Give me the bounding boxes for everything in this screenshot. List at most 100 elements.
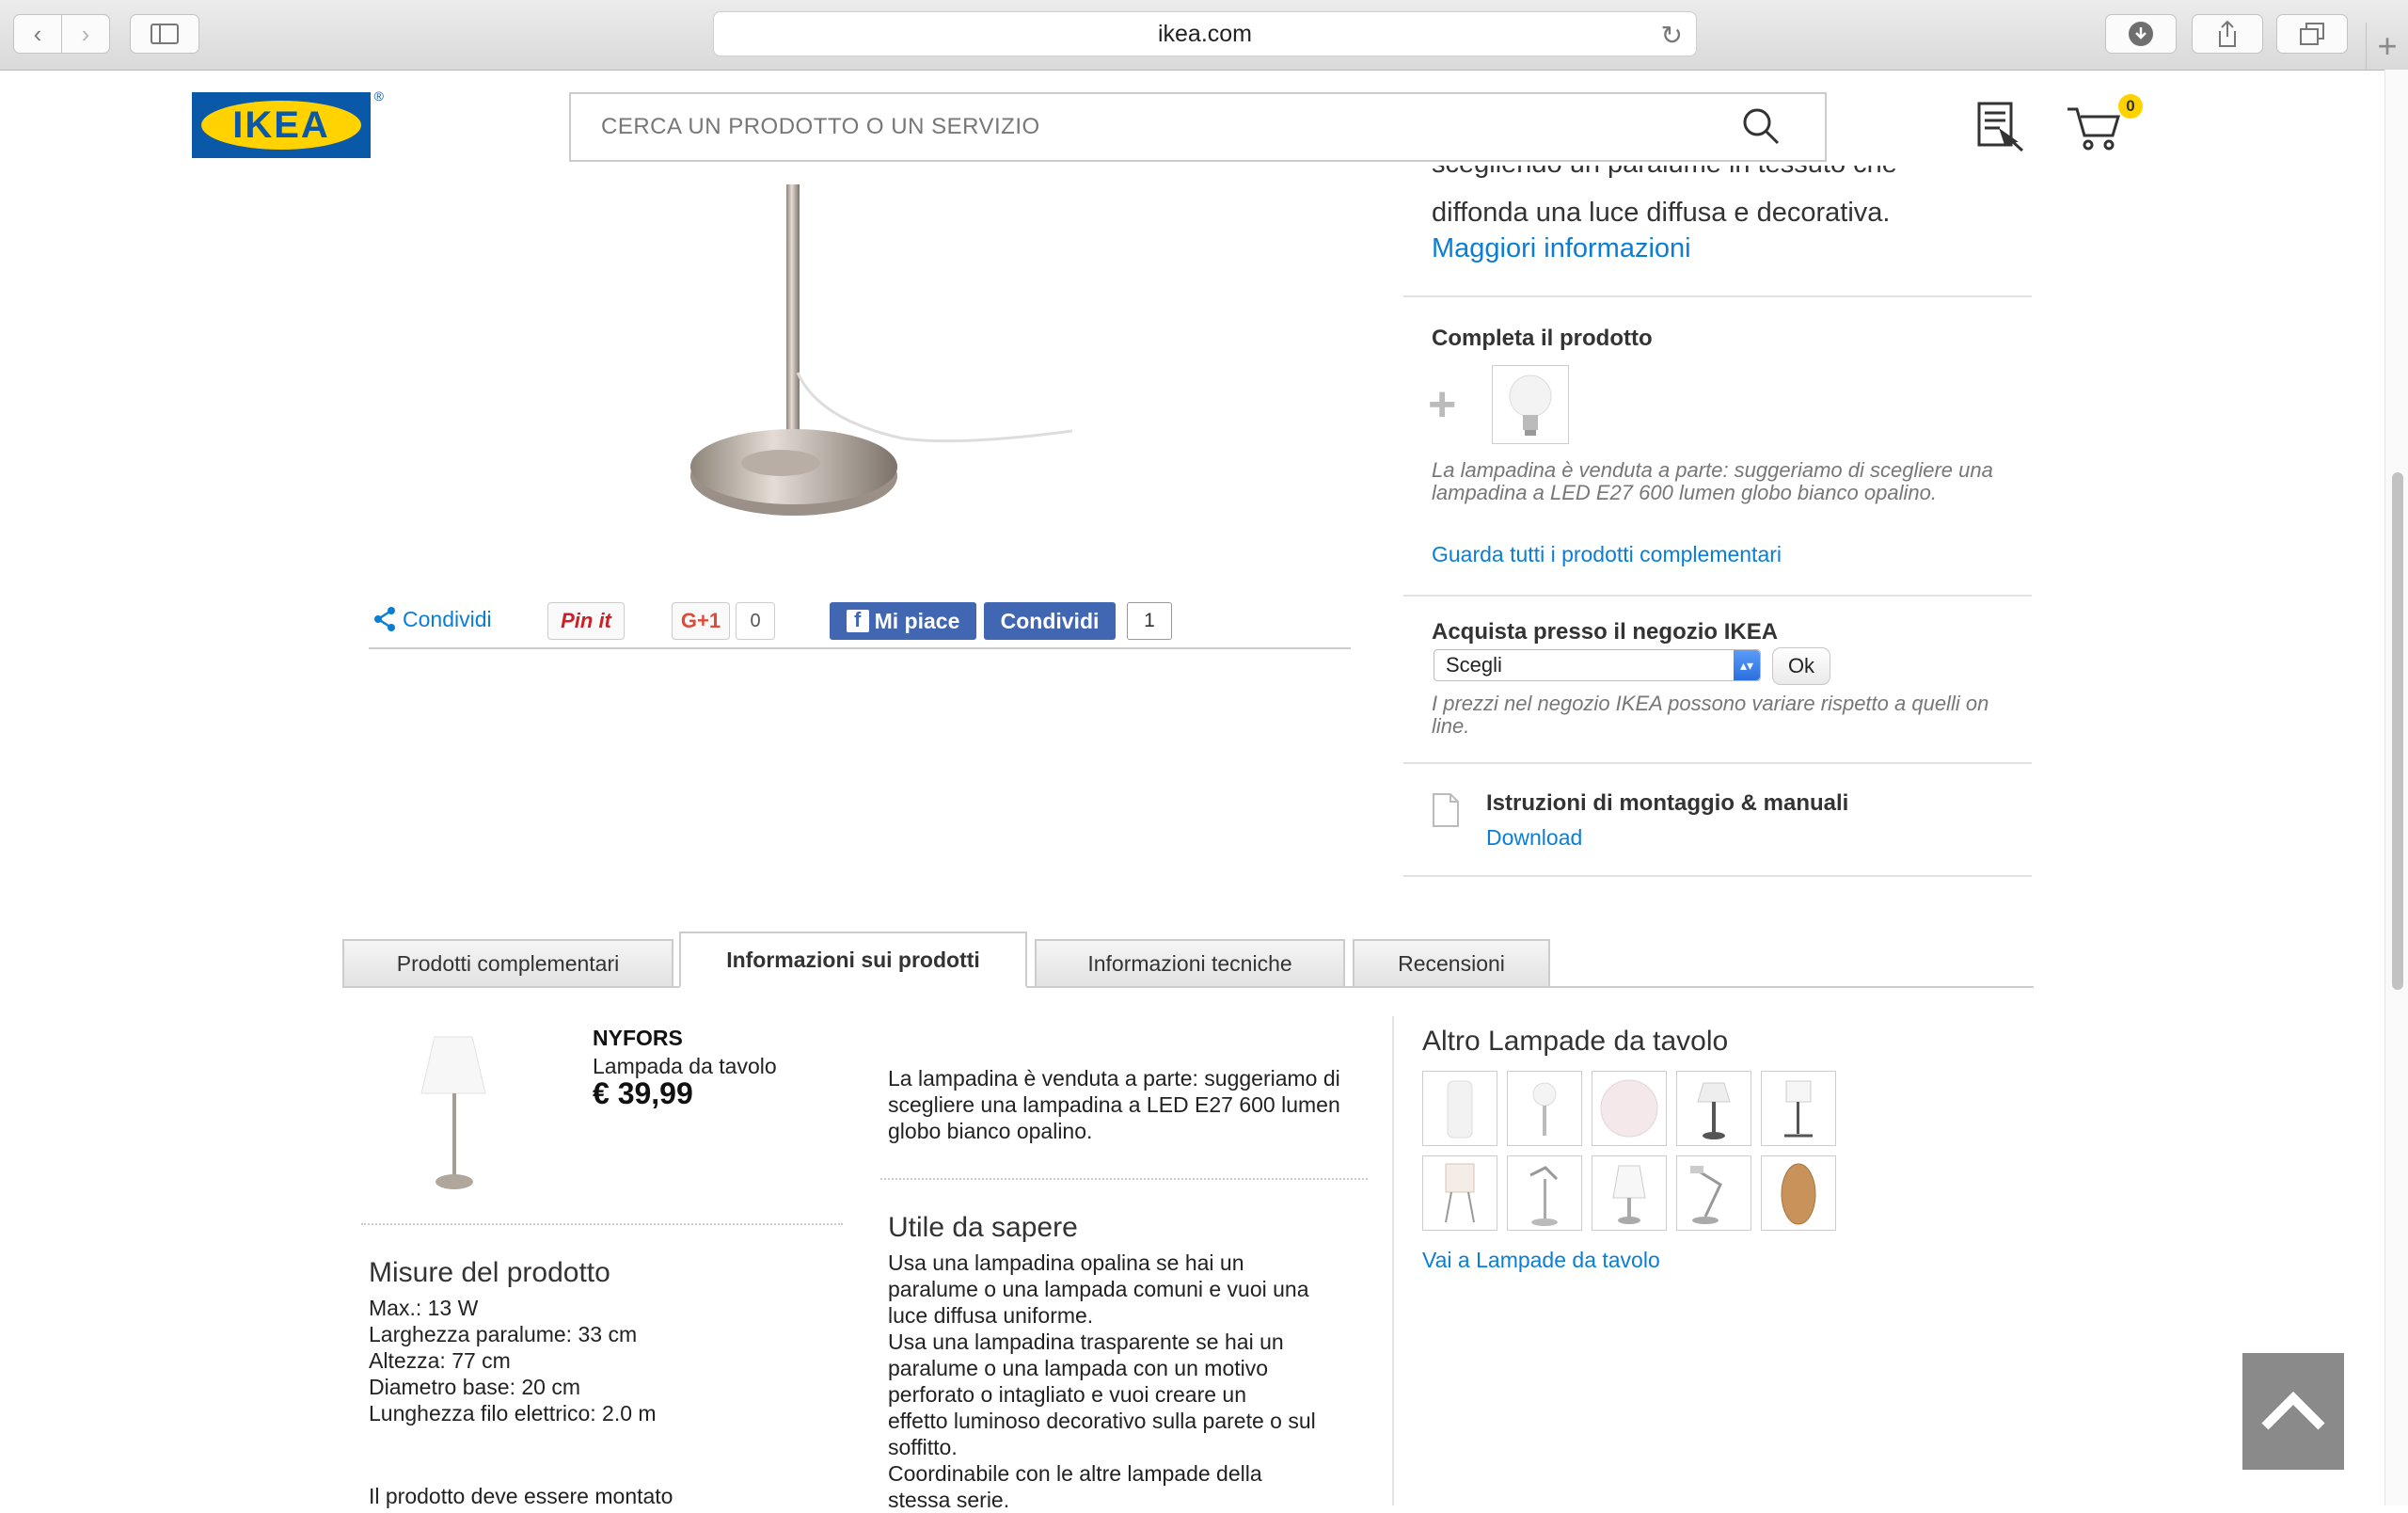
related-product-image	[1445, 1163, 1475, 1223]
shopping-list-icon[interactable]	[1975, 100, 2028, 154]
store-price-note: I prezzi nel negozio IKEA possono variar…	[1432, 692, 1989, 738]
useful-text: Usa una lampadina opalina se hai un para…	[888, 1250, 1316, 1513]
pinterest-button[interactable]: Pin it	[547, 602, 625, 640]
google-plus-button[interactable]: G+1	[672, 602, 730, 640]
more-info-link[interactable]: Maggiori informazioni	[1432, 233, 1691, 264]
back-button[interactable]: ‹	[13, 14, 62, 54]
share-button[interactable]: Condividi	[372, 606, 492, 632]
product-tabs: Prodotti complementari Informazioni sui …	[342, 932, 2034, 988]
browser-toolbar: ‹ › ikea.com ↻ +	[0, 0, 2408, 71]
manuals-heading: Istruzioni di montaggio & manuali	[1486, 790, 1849, 816]
useful-title: Utile da sapere	[888, 1212, 1078, 1243]
column-divider	[1392, 1016, 1394, 1505]
related-product-image	[1600, 1079, 1658, 1138]
product-image	[690, 184, 1072, 516]
facebook-like-label: Mi piace	[874, 608, 960, 633]
search-icon[interactable]	[1742, 107, 1780, 145]
facebook-like-button[interactable]: f Mi piace	[830, 602, 976, 640]
divider	[1403, 595, 2032, 597]
tab-technical-info[interactable]: Informazioni tecniche	[1035, 939, 1345, 988]
view-complementary-link[interactable]: Guarda tutti i prodotti complementari	[1432, 542, 1782, 567]
dotted-divider	[361, 1223, 843, 1225]
useful-line: soffitto.	[888, 1435, 958, 1459]
useful-line: luce diffusa uniforme.	[888, 1303, 1094, 1328]
scrollbar-thumb[interactable]	[2392, 472, 2403, 990]
downloads-button[interactable]	[2105, 14, 2177, 54]
tab-product-info[interactable]: Informazioni sui prodotti	[679, 932, 1027, 988]
useful-line: stessa serie.	[888, 1488, 1010, 1512]
complete-product-heading: Completa il prodotto	[1432, 326, 1653, 351]
related-product[interactable]	[1422, 1155, 1497, 1231]
search-placeholder: CERCA UN PRODOTTO O UN SERVIZIO	[601, 114, 1040, 139]
view-category-link[interactable]: Vai a Lampade da tavolo	[1422, 1248, 1660, 1273]
product-price: € 39,99	[593, 1076, 693, 1110]
divider	[1403, 762, 2032, 764]
complementary-product-bulb[interactable]	[1492, 365, 1569, 444]
related-product[interactable]	[1676, 1071, 1751, 1146]
tabs-overview-button[interactable]	[2276, 14, 2348, 54]
share-nodes-icon	[374, 607, 395, 631]
measure-line: Max.: 13 W	[369, 1296, 479, 1320]
facebook-share-button[interactable]: Condividi	[984, 602, 1116, 640]
related-product[interactable]	[1676, 1155, 1751, 1231]
store-heading: Acquista presso il negozio IKEA	[1432, 619, 1779, 645]
manuals-download-link[interactable]: Download	[1486, 825, 1582, 851]
tab-complementary-products[interactable]: Prodotti complementari	[342, 939, 673, 988]
sidebar-toggle-button[interactable]	[130, 14, 199, 54]
search-input[interactable]: CERCA UN PRODOTTO O UN SERVIZIO	[569, 92, 1827, 162]
useful-line: Coordinabile con le altre lampade della	[888, 1461, 1262, 1486]
related-product[interactable]	[1592, 1071, 1667, 1146]
measure-line: Lunghezza filo elettrico: 2.0 m	[369, 1401, 657, 1425]
measure-line: Altezza: 77 cm	[369, 1348, 511, 1373]
related-title: Altro Lampade da tavolo	[1422, 1026, 1729, 1057]
divider	[1403, 295, 2032, 297]
related-product[interactable]	[1761, 1155, 1836, 1231]
light-bulb-icon	[1509, 374, 1552, 436]
ikea-logo[interactable]: IKEA ®	[192, 88, 384, 158]
related-product-image	[1447, 1080, 1473, 1139]
back-to-top-button[interactable]	[2242, 1353, 2344, 1470]
address-bar[interactable]: ikea.com ↻	[713, 11, 1697, 56]
share-label: Condividi	[403, 606, 492, 631]
useful-line: Usa una lampadina opalina se hai un	[888, 1250, 1244, 1275]
store-ok-button[interactable]: Ok	[1772, 647, 1830, 685]
measure-line: Diametro base: 20 cm	[369, 1375, 580, 1399]
product-name: NYFORS	[593, 1026, 683, 1050]
sidebar-icon	[150, 24, 179, 44]
plus-icon: +	[1428, 377, 1457, 432]
related-product[interactable]	[1507, 1155, 1582, 1231]
product-thumbnail[interactable]	[414, 1027, 527, 1197]
related-product-image	[1697, 1082, 1731, 1139]
related-product[interactable]	[1507, 1071, 1582, 1146]
chevron-right-icon: ›	[81, 19, 90, 48]
related-product-image	[1784, 1080, 1813, 1138]
related-product[interactable]	[1761, 1071, 1836, 1146]
chevron-up-icon	[2261, 1391, 2325, 1430]
reload-icon[interactable]: ↻	[1661, 20, 1683, 51]
related-product[interactable]	[1422, 1071, 1497, 1146]
related-product[interactable]	[1592, 1155, 1667, 1231]
cart-icon[interactable]	[2066, 104, 2122, 152]
share-icon	[2219, 20, 2236, 47]
share-page-button[interactable]	[2192, 14, 2263, 54]
facebook-share-count: 1	[1127, 602, 1172, 640]
useful-line: effetto luminoso decorativo sulla parete…	[888, 1409, 1316, 1433]
page-scrollbar[interactable]	[2384, 70, 2408, 1505]
useful-line: perforato o intagliato e vuoi creare un	[888, 1382, 1247, 1407]
forward-button[interactable]: ›	[61, 14, 110, 54]
description-cut-line: scegliendo un paralume in tessuto che	[1432, 166, 1897, 181]
select-arrows-icon: ▴▾	[1734, 650, 1760, 680]
measures-list: Max.: 13 W Larghezza paralume: 33 cm Alt…	[369, 1295, 657, 1426]
bulb-note: La lampadina è venduta a parte: suggeria…	[888, 1066, 1340, 1143]
logo-text: IKEA	[201, 101, 361, 150]
store-select[interactable]: Scegli ▴▾	[1434, 649, 1761, 681]
useful-line: paralume o una lampada comuni e vuoi una	[888, 1277, 1309, 1301]
plus-icon: +	[2377, 26, 2398, 65]
new-tab-button[interactable]: +	[2366, 23, 2408, 70]
tab-reviews[interactable]: Recensioni	[1353, 939, 1550, 988]
tabs-icon	[2300, 23, 2324, 45]
related-product-image	[1529, 1166, 1559, 1226]
dotted-divider	[880, 1178, 1368, 1180]
related-product-image	[1690, 1166, 1722, 1224]
facebook-icon: f	[846, 608, 869, 632]
